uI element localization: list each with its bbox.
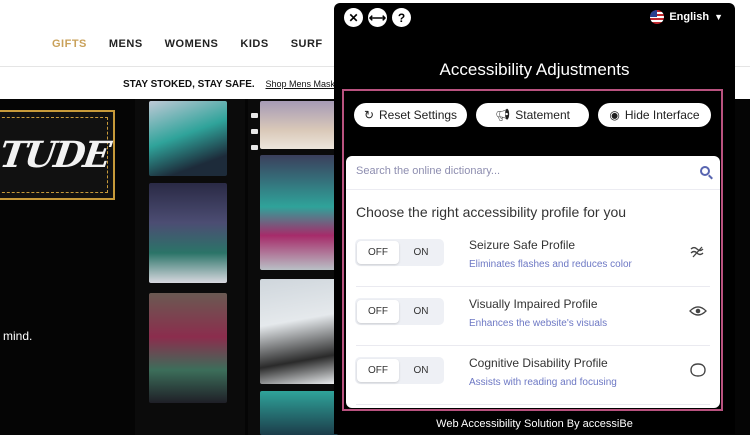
site-nav: GIFTS MENS WOMENS KIDS SURF SN (52, 38, 361, 50)
hero-banner-logo: TUDE (0, 110, 115, 200)
statement-label: Statement (515, 108, 570, 122)
profile-name: Visually Impaired Profile (469, 297, 598, 311)
refresh-icon: ↻ (363, 108, 374, 122)
widget-title: Accessibility Adjustments (439, 60, 630, 79)
film-photo (260, 155, 338, 270)
profile-seizure-safe: OFF ON Seizure Safe Profile Eliminates f… (346, 229, 720, 287)
search-input[interactable] (356, 165, 676, 177)
hero-tagline: mind. (3, 329, 33, 343)
megaphone-icon: 📢︎ (495, 108, 511, 122)
language-label: English (669, 11, 710, 23)
banner-text: TUDE (0, 134, 112, 176)
film-photo (260, 101, 338, 149)
film-photo (260, 279, 338, 384)
eye-icon: ◉ (609, 108, 620, 122)
toggle-off[interactable]: OFF (357, 241, 399, 264)
statement-button[interactable]: 📢︎ Statement (476, 103, 589, 127)
film-photo (149, 293, 227, 403)
profile-visually-impaired: OFF ON Visually Impaired Profile Enhance… (346, 288, 720, 346)
profile-description: Eliminates flashes and reduces color (469, 259, 632, 270)
toggle-off[interactable]: OFF (357, 300, 399, 323)
lightning-waves-icon (688, 242, 708, 262)
resize-button[interactable]: ⟷ (368, 8, 387, 27)
promo-text: STAY STOKED, STAY SAFE. (123, 79, 255, 90)
us-flag-icon (650, 10, 665, 24)
profiles-heading: Choose the right accessibility profile f… (356, 204, 627, 220)
profile-description: Assists with reading and focusing (469, 377, 617, 388)
nav-gifts[interactable]: GIFTS (52, 38, 87, 50)
toggle-on[interactable]: ON (400, 359, 442, 382)
arrows-horizontal-icon: ⟷ (368, 10, 387, 25)
film-strip (135, 99, 245, 435)
hide-interface-button[interactable]: ◉ Hide Interface (598, 103, 711, 127)
eye-icon (688, 301, 708, 321)
reset-settings-button[interactable]: ↻ Reset Settings (354, 103, 467, 127)
profiles-panel: Choose the right accessibility profile f… (346, 156, 720, 408)
toggle-on[interactable]: ON (400, 241, 442, 264)
toggle-off[interactable]: OFF (357, 359, 399, 382)
nav-womens[interactable]: WOMENS (165, 38, 219, 50)
hide-interface-label: Hide Interface (624, 108, 700, 122)
film-photo (149, 183, 227, 283)
nav-kids[interactable]: KIDS (240, 38, 268, 50)
help-button[interactable]: ? (392, 8, 411, 27)
profile-toggle[interactable]: OFF ON (355, 357, 444, 384)
toggle-on[interactable]: ON (400, 300, 442, 323)
promo-bar: STAY STOKED, STAY SAFE. Shop Mens Masks (123, 79, 340, 90)
film-photo (260, 391, 338, 435)
reset-settings-label: Reset Settings (379, 108, 458, 122)
film-photo (149, 101, 227, 176)
profile-toggle[interactable]: OFF ON (355, 298, 444, 325)
dictionary-search (346, 156, 720, 190)
promo-link[interactable]: Shop Mens Masks (266, 79, 340, 89)
chevron-down-icon: ▼ (714, 12, 723, 22)
accessibility-widget: ✕ ⟷ ? English ▼ Accessibility Adjustment… (334, 3, 735, 434)
language-selector[interactable]: English ▼ (650, 10, 723, 24)
close-icon: ✕ (348, 10, 359, 25)
nav-surf[interactable]: SURF (291, 38, 323, 50)
film-strip (248, 99, 340, 435)
profile-description: Enhances the website's visuals (469, 318, 608, 329)
close-button[interactable]: ✕ (344, 8, 363, 27)
brain-icon (688, 360, 708, 380)
profile-name: Cognitive Disability Profile (469, 356, 608, 370)
widget-topbar: ✕ ⟷ ? English ▼ (344, 8, 725, 30)
profile-toggle[interactable]: OFF ON (355, 239, 444, 266)
search-icon[interactable] (700, 166, 710, 176)
profile-name: Seizure Safe Profile (469, 238, 576, 252)
profile-cognitive-disability: OFF ON Cognitive Disability Profile Assi… (346, 347, 720, 405)
page: GIFTS MENS WOMENS KIDS SURF SN STAY STOK… (0, 0, 750, 435)
nav-mens[interactable]: MENS (109, 38, 143, 50)
question-icon: ? (397, 10, 406, 25)
widget-footer[interactable]: Web Accessibility Solution By accessiBe (334, 414, 735, 434)
